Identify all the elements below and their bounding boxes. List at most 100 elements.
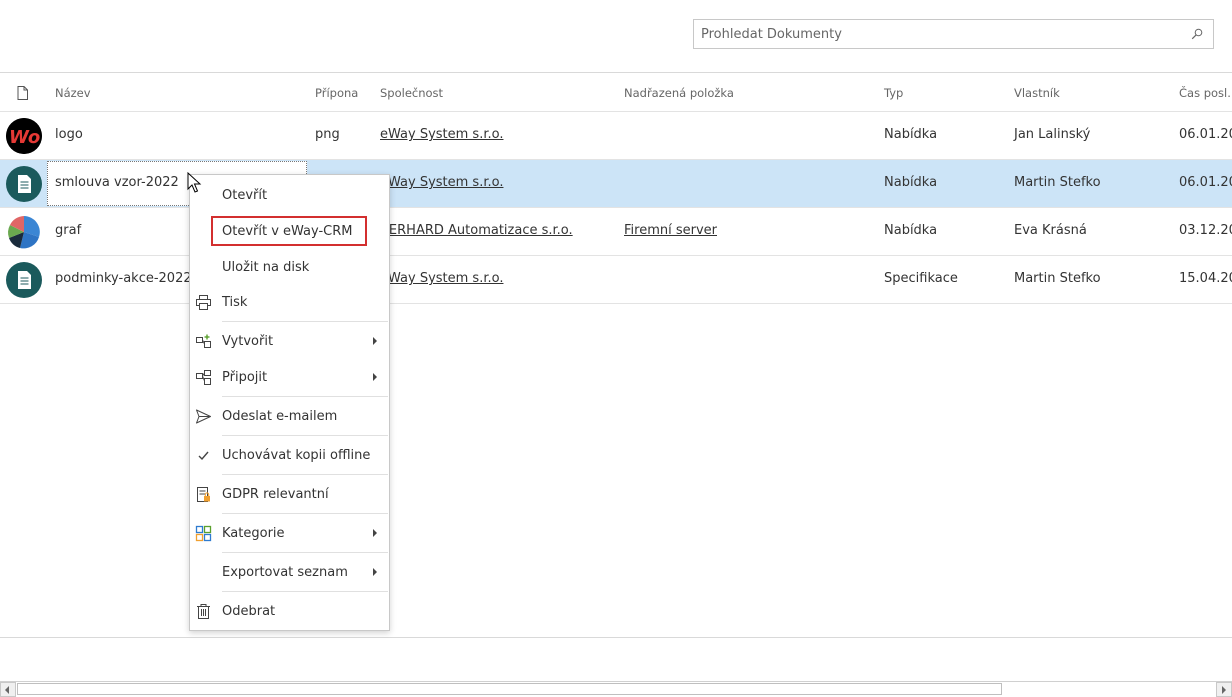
company-link[interactable]: eWay System s.r.o. [380,127,503,142]
document-type: Nabídka [884,127,938,142]
column-header-name[interactable]: Název [55,86,91,100]
parent-link-text[interactable]: Firemní server [624,223,717,238]
submenu-arrow-icon [373,373,377,381]
document-avatar [6,166,42,202]
menu-item-open[interactable]: Otevřít [190,178,389,212]
document-owner: Eva Krásná [1014,223,1087,238]
trash-icon [197,604,210,619]
menu-item-label: Odebrat [222,604,276,619]
document-time: 03.12.20 [1179,223,1232,238]
menu-item-print[interactable]: Tisk [190,285,389,319]
submenu-arrow-icon [373,529,377,537]
menu-item-create[interactable]: Vytvořit [190,324,389,358]
menu-separator [222,321,388,322]
logo-thumbnail: Wo [6,118,42,154]
document-time: 15.04.20 [1179,271,1232,286]
context-menu: Otevřít Otevřít v eWay-CRM Uložit na dis… [189,174,390,631]
menu-item-save-to-disk[interactable]: Uložit na disk [190,250,389,284]
table-row[interactable]: podminky-akce-2022 eWay System s.r.o. Sp… [0,256,1232,304]
company-link[interactable]: eWay System s.r.o. [380,271,503,286]
document-owner: Martin Stefko [1014,175,1101,190]
menu-item-label: Kategorie [222,526,285,541]
menu-separator [222,513,388,514]
menu-item-label: Exportovat seznam [222,565,348,580]
document-avatar [6,262,42,298]
column-header-type[interactable]: Typ [884,86,903,100]
document-owner: Jan Lalinský [1014,127,1091,142]
menu-item-label: Připojit [222,370,268,385]
document-type: Specifikace [884,271,958,286]
menu-separator [222,396,388,397]
menu-separator [222,435,388,436]
menu-item-label: Odeslat e-mailem [222,409,338,424]
svg-text:Wo: Wo [9,127,40,148]
attach-icon [196,370,211,385]
menu-separator [222,591,388,592]
column-header-company[interactable]: Společnost [380,86,443,100]
create-icon [196,334,211,348]
company-link[interactable]: BERHARD Automatizace s.r.o. [380,223,573,238]
search-box[interactable] [693,19,1214,49]
menu-item-keep-offline-copy[interactable]: Uchovávat kopii offline [190,438,389,472]
scroll-left-button[interactable] [0,682,16,697]
send-icon [196,409,211,424]
search-icon[interactable] [1191,28,1203,40]
highlight-frame [211,216,367,246]
menu-item-label: GDPR relevantní [222,487,329,502]
menu-item-label: Uchovávat kopii offline [222,448,371,463]
menu-separator [222,474,388,475]
company-link-text[interactable]: eWay System s.r.o. [380,271,503,286]
checkmark-icon [198,451,209,461]
table-header: Název Přípona Společnost Nadřazená polož… [0,72,1232,112]
printer-icon [196,295,211,310]
menu-item-remove[interactable]: Odebrat [190,594,389,628]
menu-item-label: Otevřít [222,188,268,203]
chart-thumbnail [6,214,42,250]
menu-item-send-email[interactable]: Odeslat e-mailem [190,399,389,433]
gdpr-icon [197,487,210,502]
grid-bottom-divider [0,637,1232,638]
categories-icon [195,525,212,542]
document-extension: png [315,127,340,142]
column-header-parent[interactable]: Nadřazená položka [624,86,734,100]
mouse-pointer-icon [187,172,202,193]
table-row[interactable]: smlouva vzor-2022 eWay System s.r.o. Nab… [0,160,1232,208]
search-input[interactable] [694,20,1181,48]
document-type: Nabídka [884,175,938,190]
scrollbar-thumb[interactable] [17,683,1002,695]
table-row[interactable]: graf BERHARD Automatizace s.r.o. Firemní… [0,208,1232,256]
table-row[interactable]: Wo logo png eWay System s.r.o. Nabídka J… [0,112,1232,160]
company-link[interactable]: eWay System s.r.o. [380,175,503,190]
menu-item-categories[interactable]: Kategorie [190,516,389,550]
column-header-extension[interactable]: Přípona [315,86,358,100]
scroll-right-button[interactable] [1216,682,1232,697]
document-name[interactable]: smlouva vzor-2022 [55,175,179,190]
menu-item-export-list[interactable]: Exportovat seznam [190,555,389,589]
submenu-arrow-icon [373,568,377,576]
company-link-text[interactable]: eWay System s.r.o. [380,175,503,190]
column-header-owner[interactable]: Vlastník [1014,86,1060,100]
menu-item-attach[interactable]: Připojit [190,360,389,394]
company-link-text[interactable]: eWay System s.r.o. [380,127,503,142]
column-header-time[interactable]: Čas posl. z [1179,86,1232,100]
menu-item-label: Tisk [222,295,248,310]
document-name[interactable]: graf [55,223,81,238]
submenu-arrow-icon [373,337,377,345]
document-type: Nabídka [884,223,938,238]
company-link-text[interactable]: BERHARD Automatizace s.r.o. [380,223,573,238]
document-time: 06.01.20 [1179,127,1232,142]
document-icon [17,86,28,100]
menu-item-label: Vytvořit [222,334,274,349]
document-time: 06.01.20 [1179,175,1232,190]
document-owner: Martin Stefko [1014,271,1101,286]
parent-item[interactable]: Firemní server [624,223,717,238]
menu-item-gdpr-relevant[interactable]: GDPR relevantní [190,477,389,511]
menu-item-label: Uložit na disk [222,260,310,275]
horizontal-scrollbar[interactable] [0,681,1232,697]
document-name[interactable]: logo [55,127,83,142]
arrow-left-icon [5,686,9,694]
document-name[interactable]: podminky-akce-2022 [55,271,192,286]
arrow-right-icon [1222,686,1226,694]
documents-table: Název Přípona Společnost Nadřazená polož… [0,72,1232,304]
menu-separator [222,552,388,553]
